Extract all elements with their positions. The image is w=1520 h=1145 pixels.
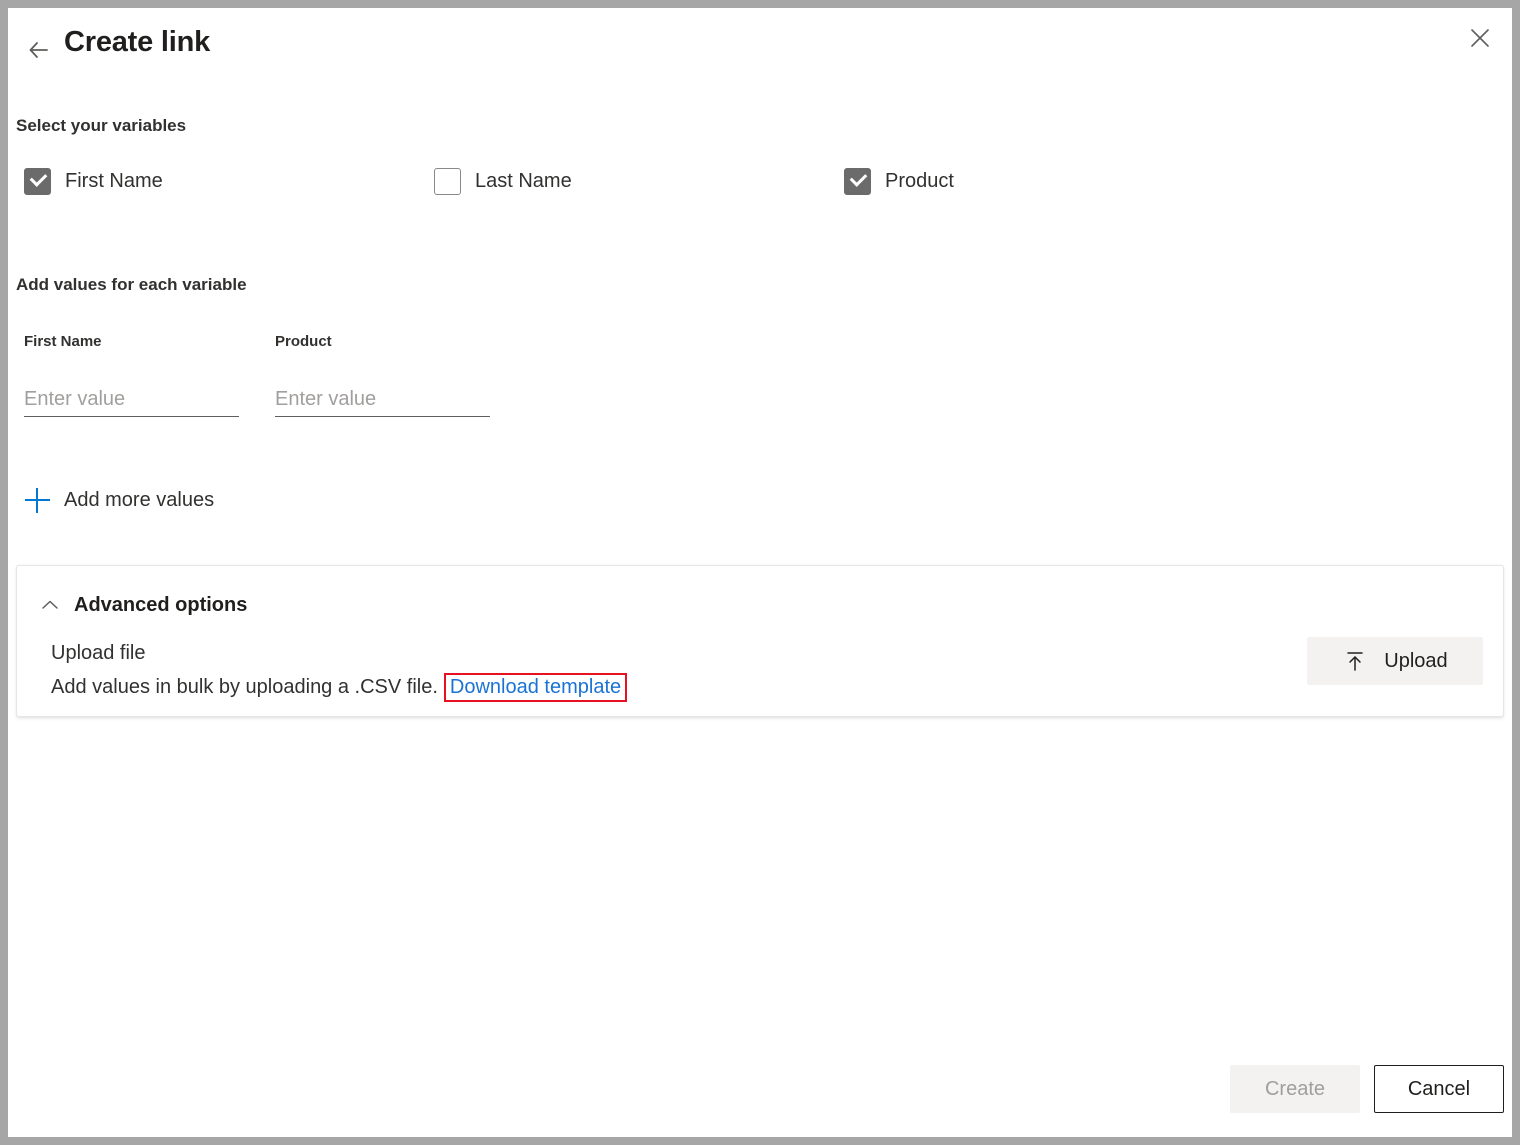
add-more-values-button[interactable]: Add more values [22,482,214,518]
advanced-options-label: Advanced options [74,593,248,616]
page-title: Create link [64,26,211,58]
variables-checkbox-group: First Name Last Name Product [8,166,1408,206]
advanced-options-toggle[interactable]: Advanced options [37,590,247,620]
value-field-group-product: Product [275,333,490,417]
upload-file-title: Upload file [51,642,146,664]
create-button[interactable]: Create [1230,1065,1360,1113]
first-name-value-input[interactable] [24,387,239,417]
download-template-link[interactable]: Download template [450,676,621,698]
product-value-input[interactable] [275,387,490,417]
checkbox-checked-icon[interactable] [844,167,871,195]
arrow-left-icon[interactable] [18,30,58,70]
upload-button-label: Upload [1384,649,1448,672]
add-more-values-label: Add more values [64,488,215,511]
plus-icon [22,485,52,515]
create-link-dialog: Create link Select your variables First … [0,0,1520,1145]
upload-description-line: Add values in bulk by uploading a .CSV f… [51,673,628,702]
variable-checkbox-label: First Name [65,169,163,192]
dialog-footer: Create Cancel [8,1041,1512,1137]
close-icon[interactable] [1458,16,1502,60]
advanced-options-panel: Advanced options Upload file Add values … [16,565,1504,717]
variable-checkbox-label: Last Name [475,169,572,192]
variable-checkbox-label: Product [885,169,954,192]
upload-description-text: Add values in bulk by uploading a .CSV f… [51,676,438,698]
variable-checkbox-product[interactable]: Product [844,166,954,196]
chevron-up-icon [37,592,63,618]
checkbox-unchecked-icon[interactable] [434,167,461,195]
add-values-heading: Add values for each variable [16,275,247,294]
value-field-label: First Name [24,333,102,350]
variable-checkbox-last-name[interactable]: Last Name [434,166,572,196]
value-field-group-first-name: First Name [24,333,239,417]
upload-icon [1342,648,1368,674]
dialog-header: Create link [8,8,1512,94]
upload-button[interactable]: Upload [1307,637,1483,685]
variable-checkbox-first-name[interactable]: First Name [24,166,163,196]
value-field-label: Product [275,333,332,350]
select-variables-heading: Select your variables [16,116,187,135]
checkbox-checked-icon[interactable] [24,167,51,195]
download-template-highlight: Download template [443,673,628,702]
cancel-button[interactable]: Cancel [1374,1065,1504,1113]
